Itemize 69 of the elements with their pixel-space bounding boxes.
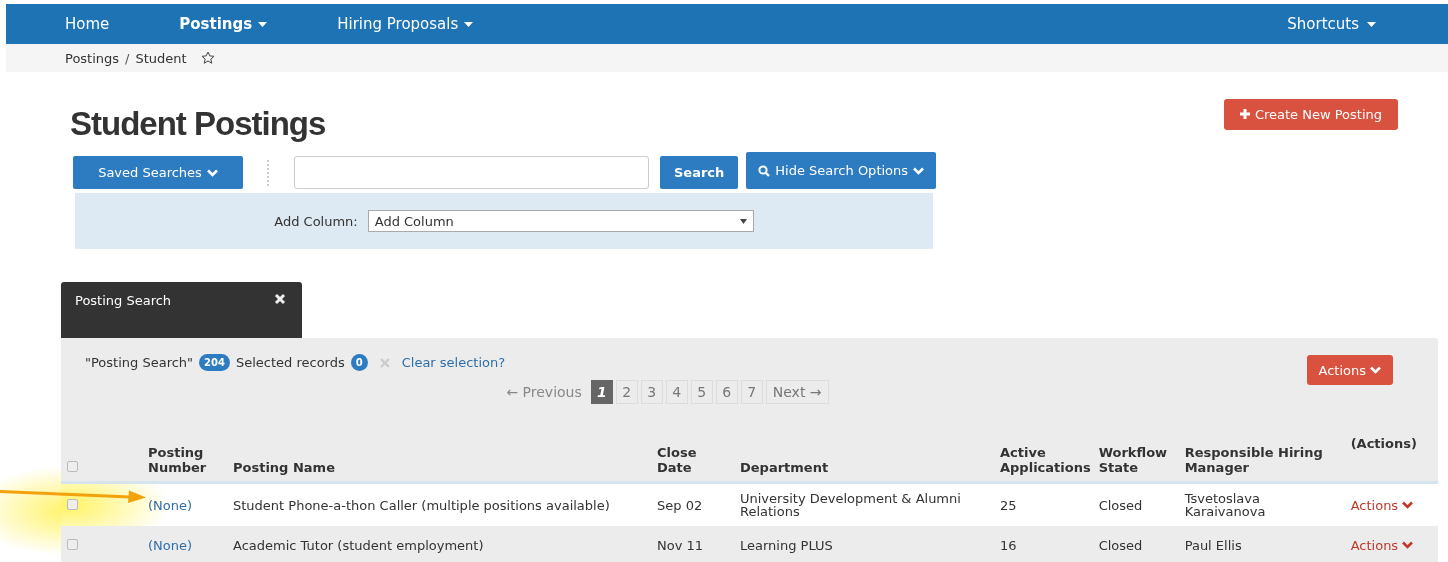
hide-search-options-button[interactable]: Hide Search Options [746, 152, 937, 189]
select-all-checkbox[interactable] [67, 461, 78, 472]
column-header: Workflow State [1098, 445, 1168, 475]
table-cell: Closed [1098, 537, 1143, 553]
page-button[interactable]: 7 [740, 380, 763, 404]
results-tab[interactable]: Posting Search [61, 282, 302, 338]
caret-icon [739, 218, 747, 224]
clear-selection-link[interactable]: Clear selection? [401, 355, 506, 370]
table-cell: Paul Ellis [1184, 537, 1242, 553]
count-badge: 0 [350, 354, 368, 371]
page-button[interactable]: 1 [590, 380, 613, 404]
search-field[interactable] [294, 156, 649, 189]
table-cell: Tsvetoslava Karaivanova [1184, 491, 1266, 519]
shortcuts-menu[interactable]: Shortcuts [1287, 15, 1376, 33]
table-cell: Closed [1098, 497, 1143, 513]
add-column-dropdown[interactable]: Add Column [367, 210, 754, 232]
chevron-down-icon [1370, 366, 1381, 374]
breadcrumb-link[interactable]: Postings [65, 50, 120, 66]
count-badge: 204 [199, 354, 230, 371]
page-button[interactable]: 2 [615, 380, 638, 404]
row-actions-button[interactable]: Actions [1350, 497, 1414, 513]
nav-tab[interactable]: Postings [179, 15, 268, 33]
actions-button[interactable]: Actions [1306, 355, 1393, 385]
tab-title: Posting Search [75, 293, 172, 308]
column-header: Posting Name [233, 460, 335, 475]
star-icon[interactable] [200, 51, 215, 65]
table-cell: Nov 11 [657, 537, 704, 553]
chevron-down-icon [206, 168, 218, 177]
create-posting-button[interactable]: Create New Posting [1223, 98, 1398, 130]
plus-icon [1239, 109, 1250, 119]
previous-page-button[interactable]: ← Previous [500, 380, 588, 404]
table-cell: Student Phone-a-thon Caller (multiple positions available) [233, 497, 610, 513]
table-cell: Academic Tutor (student employment) [233, 537, 484, 553]
posting-number-link[interactable]: (None) [148, 497, 193, 513]
caret-icon [1367, 21, 1376, 27]
chevron-down-icon [913, 166, 925, 175]
column-header: Close Date [657, 445, 697, 475]
breadcrumb-link[interactable]: Student [135, 50, 187, 66]
next-page-button[interactable]: Next → [765, 380, 829, 404]
page-button[interactable]: 3 [640, 380, 663, 404]
chevron-down-icon [1402, 501, 1414, 509]
breadcrumb-separator: / [125, 50, 130, 66]
row-checkbox[interactable] [67, 538, 78, 550]
table-cell: 25 [1000, 497, 1017, 513]
column-header: (Actions) [1350, 436, 1417, 451]
row-checkbox[interactable] [67, 498, 78, 510]
chevron-down-icon [1402, 541, 1414, 549]
page-title: Student Postings [70, 105, 326, 143]
search-button[interactable]: Search [660, 156, 739, 189]
nav-tab[interactable]: Home [65, 15, 110, 33]
selected-records-label: Selected records [235, 355, 345, 370]
table-cell: University Development & Alumni Relations [740, 491, 961, 519]
nav-tab[interactable]: Hiring Proposals [337, 15, 474, 33]
table-cell: Learning PLUS [740, 537, 833, 553]
column-header: Department [740, 460, 829, 475]
add-column-label: Add Column: [274, 213, 358, 229]
page-button[interactable]: 5 [690, 380, 713, 404]
posting-number-link[interactable]: (None) [148, 537, 193, 553]
search-name: "Posting Search" [85, 355, 194, 370]
page-button[interactable]: 6 [715, 380, 738, 404]
column-header: Active Applications [1000, 445, 1091, 475]
row-actions-button[interactable]: Actions [1350, 537, 1414, 553]
table-cell: Sep 02 [657, 497, 703, 513]
search-icon [758, 164, 771, 177]
column-header: Posting Number [148, 445, 207, 475]
page-button[interactable]: 4 [665, 380, 688, 404]
table-cell: 16 [1000, 537, 1017, 553]
column-header: Responsible Hiring Manager [1184, 445, 1323, 475]
saved-searches-button[interactable]: Saved Searches [73, 156, 243, 189]
